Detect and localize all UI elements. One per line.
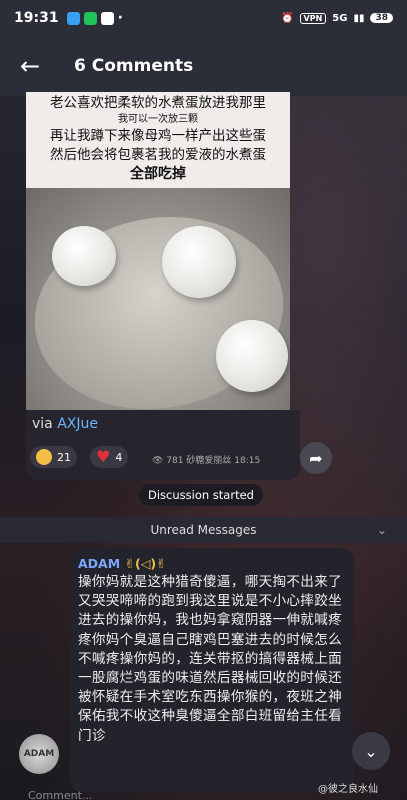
app-header: ← 6 Comments [0,36,407,96]
caption-line: 我可以一次放三颗 [118,114,198,125]
vpn-icon: VPN [299,12,327,24]
via-label: via [32,416,53,432]
wechat-notification-icon [83,11,97,25]
reaction-count: 4 [115,450,123,464]
via-author-link[interactable]: AXJue [57,416,98,432]
egg [162,226,236,298]
more-notifications-icon: · [117,10,123,26]
network-label: 5G [332,12,348,24]
view-count: 781 [166,456,184,466]
status-time: 19:31 [14,10,59,26]
eye-icon: 👁 [152,456,164,466]
post-meta: 👁 781 砂糖爱丽丝 18:15 [152,453,260,466]
heart-icon: ♥ [96,447,111,466]
reaction-heart[interactable]: ♥ 4 [90,446,129,468]
author-emoji: ✌(◁)✌ [124,556,167,571]
caption-line: 老公喜欢把柔软的水煮蛋放进我那里 [50,95,266,111]
share-arrow-icon: ➦ [309,448,323,468]
message-text: 操你妈就是这种猎奇傻逼，哪天掏不出来了又哭哭啼啼的跑到我这里说是不小心摔跤坐进去… [78,574,342,744]
alarm-icon: ⏰ [281,12,294,24]
discussion-started-pill: Discussion started [139,484,263,506]
qq-notification-icon [100,11,114,25]
avatar-label: ADAM [23,749,55,759]
unread-messages-divider: Unread Messages ⌄ [0,517,407,543]
egg [216,320,288,392]
caption-line: 再让我蹲下来像母鸡一样产出这些蛋 [50,128,266,144]
author-name: ADAM [78,556,121,571]
caption-line: 全部吃掉 [130,166,186,182]
battery-icon: 38 [370,13,393,23]
status-bar: 19:31 · ⏰ VPN 5G ▮▮ 38 [0,0,407,36]
cowboy-face-icon [36,449,52,465]
back-button[interactable]: ← [0,36,60,96]
page-title: 6 Comments [74,56,194,76]
chevron-down-icon: ⌄ [364,741,378,761]
arrow-left-icon: ← [19,52,41,80]
message-author: ADAM ✌(◁)✌ [78,556,346,571]
egg [52,226,116,286]
forward-button[interactable]: ➦ [300,442,332,474]
image-caption: 老公喜欢把柔软的水煮蛋放进我那里 我可以一次放三颗 再让我蹲下来像母鸡一样产出这… [26,92,290,190]
comment-input[interactable]: Comment... [28,789,328,800]
chevron-down-icon[interactable]: ⌄ [377,523,387,537]
avatar[interactable]: ADAM [19,734,59,774]
scroll-down-button[interactable]: ⌄ [352,732,390,770]
poster-name: 砂糖爱丽丝 [186,456,232,466]
reaction-count: 21 [57,450,71,464]
via-line: via AXJue [32,416,98,432]
post-footer: via AXJue 21 ♥ 4 👁 781 砂糖爱丽丝 18:15 [26,410,300,480]
post-time: 18:15 [234,456,261,466]
message-bubble[interactable]: ADAM ✌(◁)✌ 操你妈就是这种猎奇傻逼，哪天掏不出来了又哭哭啼啼的跑到我这… [70,548,354,792]
reaction-cowboy[interactable]: 21 [30,446,77,468]
unread-label: Unread Messages [150,523,257,537]
post-image[interactable]: 老公喜欢把柔软的水煮蛋放进我那里 我可以一次放三颗 再让我蹲下来像母鸡一样产出这… [26,92,290,410]
signal-icon: ▮▮ [353,12,365,24]
eggs-photo [26,188,290,410]
app-notification-icon [66,11,80,25]
caption-line: 然后他会将包裹茗我的爱液的水煮蛋 [50,147,266,163]
